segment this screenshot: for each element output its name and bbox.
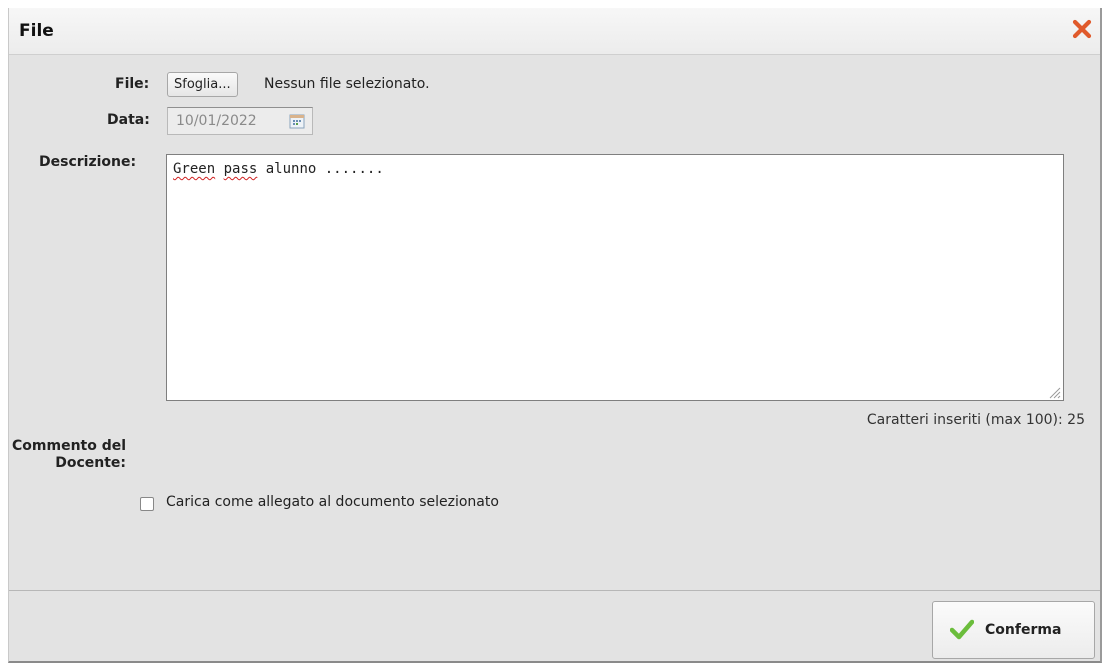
- comment-label: Commento del Docente:: [12, 438, 126, 472]
- description-text: Green pass alunno .......: [173, 161, 384, 177]
- description-rest: alunno .......: [265, 161, 384, 177]
- description-label: Descrizione:: [39, 154, 137, 170]
- confirm-button[interactable]: Conferma: [932, 601, 1095, 659]
- file-dialog: File File: Sfoglia... Nessun file selezi…: [8, 8, 1102, 663]
- browse-button[interactable]: Sfoglia...: [167, 72, 238, 97]
- comment-label-line1: Commento del: [12, 438, 127, 454]
- char-counter: Caratteri inseriti (max 100): 25: [866, 412, 1085, 428]
- resize-grip-icon[interactable]: [1047, 384, 1061, 399]
- file-label: File:: [115, 76, 150, 92]
- description-textarea[interactable]: Green pass alunno .......: [166, 154, 1064, 401]
- attach-checkbox[interactable]: [140, 497, 154, 511]
- dialog-title: File: [19, 21, 54, 41]
- check-icon: [949, 619, 975, 641]
- file-status-text: Nessun file selezionato.: [264, 76, 430, 92]
- attach-checkbox-label[interactable]: Carica come allegato al documento selezi…: [166, 494, 499, 510]
- confirm-button-label: Conferma: [985, 622, 1062, 638]
- date-field[interactable]: 10/01/2022: [167, 107, 313, 135]
- date-value: 10/01/2022: [176, 113, 257, 129]
- description-word-2: pass: [223, 161, 258, 177]
- comment-label-line2: Docente:: [55, 455, 127, 471]
- dialog-titlebar: File: [9, 8, 1100, 55]
- footer-divider: [9, 590, 1100, 591]
- close-icon[interactable]: [1070, 17, 1094, 41]
- description-word-1: Green: [173, 161, 216, 177]
- calendar-icon[interactable]: [289, 113, 305, 129]
- date-label: Data:: [107, 112, 150, 128]
